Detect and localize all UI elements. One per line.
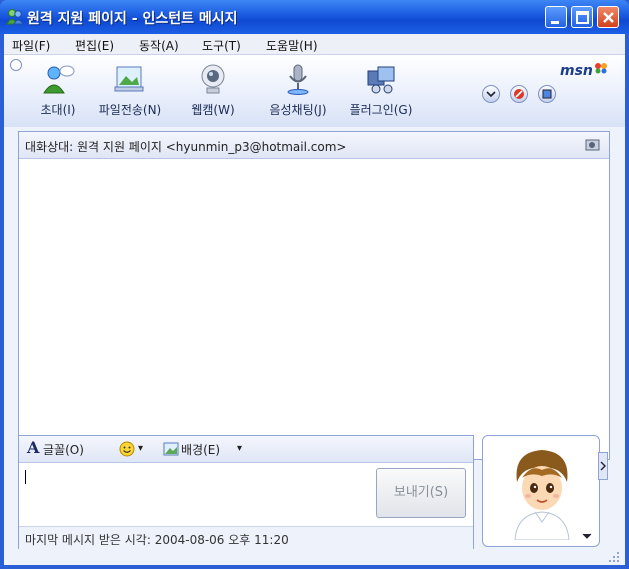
background-button[interactable]: 배경(E) [181, 441, 220, 458]
minimize-button[interactable] [545, 6, 567, 28]
chevron-down-icon [486, 91, 496, 98]
chevron-right-icon [600, 461, 606, 471]
voice-chat-label: 음성채팅(J) [269, 103, 327, 117]
expand-pictures-button[interactable] [598, 452, 608, 480]
invite-button[interactable]: 초대(I) [24, 59, 90, 119]
maximize-icon [576, 11, 589, 24]
menu-action[interactable]: 동작(A) [139, 37, 179, 54]
maximize-button[interactable] [571, 6, 593, 28]
window-title: 원격 지원 페이지 - 인스턴트 메시지 [27, 11, 238, 27]
background-icon [163, 442, 179, 456]
contact-card-button[interactable] [538, 85, 556, 103]
resize-grip-icon[interactable] [607, 550, 621, 564]
voice-chat-button[interactable]: 음성채팅(J) [264, 59, 330, 119]
plugin-icon [367, 66, 395, 94]
send-file-icon [114, 66, 144, 92]
compose-panel: A 글꼴(O) ▾ 배경(E) ▾ 보내기(S) 마지막 메시지 받은 시각: … [18, 435, 474, 549]
collapse-toolbar-button[interactable] [10, 59, 22, 71]
im-window: 원격 지원 페이지 - 인스턴트 메시지 파일(F) 편집(E) 동작(A) 도… [0, 0, 629, 569]
window-client: 파일(F) 편집(E) 동작(A) 도구(T) 도움말(H) 초대(I) 파일전… [4, 34, 625, 565]
compose-toolbar: A 글꼴(O) ▾ 배경(E) ▾ [19, 436, 473, 463]
chevron-down-icon[interactable] [580, 529, 594, 543]
menu-help[interactable]: 도움말(H) [266, 37, 318, 54]
menu-bar: 파일(F) 편집(E) 동작(A) 도구(T) 도움말(H) [4, 34, 625, 55]
background-dropdown-icon[interactable]: ▾ [237, 443, 242, 454]
emoticon-icon[interactable] [119, 441, 135, 457]
close-button[interactable] [597, 6, 619, 28]
toolbar-options-button[interactable] [482, 85, 500, 103]
webcam-button[interactable]: 웹캠(W) [179, 59, 245, 119]
font-icon: A [27, 438, 40, 457]
plugin-button[interactable]: 플러그인(G) [347, 59, 413, 119]
conversation-header: 대화상대: 원격 지원 페이지 <hyunmin_p3@hotmail.com> [19, 132, 609, 159]
close-icon [603, 12, 614, 23]
send-button[interactable]: 보내기(S) [376, 468, 466, 518]
webcam-label: 웹캠(W) [191, 103, 235, 117]
invite-user-icon [43, 65, 75, 94]
title-bar[interactable]: 원격 지원 페이지 - 인스턴트 메시지 [0, 0, 629, 34]
webcam-icon [201, 64, 225, 94]
message-history[interactable] [19, 159, 609, 459]
msn-butterfly-icon [595, 63, 607, 74]
menu-tools[interactable]: 도구(T) [202, 37, 241, 54]
menu-edit[interactable]: 편집(E) [75, 37, 114, 54]
text-caret [25, 470, 26, 484]
font-button[interactable]: 글꼴(O) [43, 441, 84, 458]
menu-file[interactable]: 파일(F) [12, 37, 50, 54]
block-icon [514, 89, 524, 99]
conversation-panel: 대화상대: 원격 지원 페이지 <hyunmin_p3@hotmail.com> [18, 131, 610, 460]
invite-label: 초대(I) [40, 103, 76, 117]
contact-status-icon[interactable] [585, 137, 601, 153]
avatar [514, 450, 570, 540]
msn-logo: msn [560, 63, 593, 79]
emoticon-dropdown[interactable]: ▾ [138, 443, 143, 454]
last-message-time: 마지막 메시지 받은 시각: 2004-08-06 오후 11:20 [25, 533, 289, 547]
send-file-button[interactable]: 파일전송(N) [96, 59, 162, 119]
status-bar: 마지막 메시지 받은 시각: 2004-08-06 오후 11:20 [19, 526, 473, 549]
contact-label: 대화상대: 원격 지원 페이지 <hyunmin_p3@hotmail.com> [25, 140, 347, 154]
msn-buddy-icon [6, 9, 24, 25]
send-file-label: 파일전송(N) [98, 103, 162, 117]
microphone-icon [287, 64, 309, 95]
minimize-icon [551, 21, 559, 24]
plugin-label: 플러그인(G) [349, 103, 413, 117]
contact-card-icon [542, 89, 552, 99]
toolbar: 초대(I) 파일전송(N) 웹캠(W) 음성채팅(J) 플러그인(G) msn [4, 55, 625, 127]
block-button[interactable] [510, 85, 528, 103]
